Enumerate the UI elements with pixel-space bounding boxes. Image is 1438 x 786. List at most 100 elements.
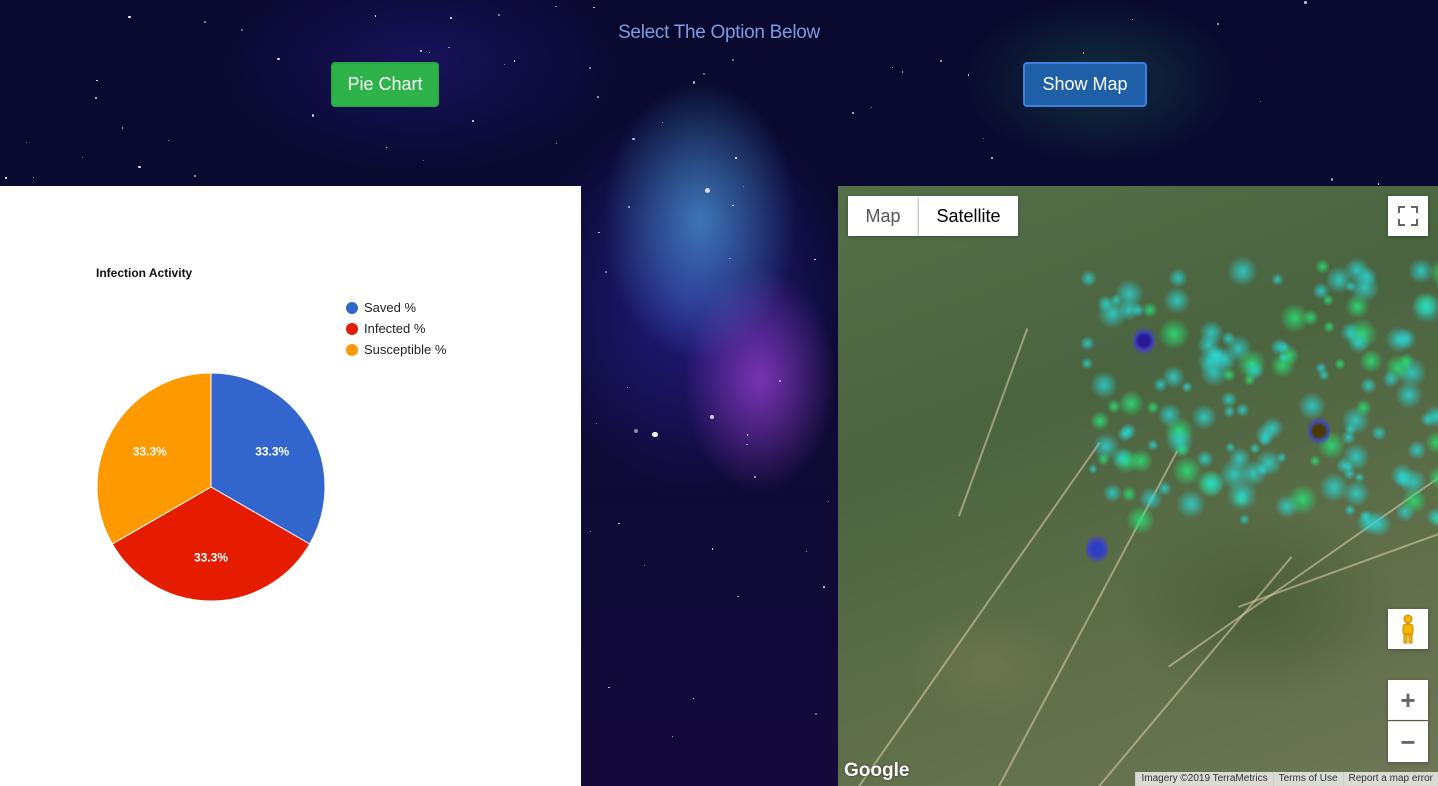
star xyxy=(851,111,855,115)
heat-point xyxy=(1239,459,1267,487)
pie-chart-panel: Infection Activity 33.3% 33.3% 33.3% Saved… xyxy=(0,186,581,786)
terms-of-use-link[interactable]: Terms of Use xyxy=(1272,772,1343,786)
star xyxy=(982,137,984,140)
star xyxy=(450,16,453,19)
star xyxy=(746,434,749,436)
river xyxy=(1098,556,1293,786)
heat-point xyxy=(1199,470,1226,497)
star xyxy=(644,565,646,567)
heat-point xyxy=(1333,357,1347,371)
heat-point xyxy=(1335,457,1353,474)
star xyxy=(96,79,98,82)
heat-point xyxy=(1390,462,1414,487)
legend-swatch xyxy=(346,301,358,314)
star xyxy=(628,205,630,208)
star xyxy=(652,431,658,437)
star xyxy=(822,586,825,589)
zoom-out-icon[interactable]: − xyxy=(1388,721,1428,762)
heat-point xyxy=(1153,376,1168,392)
map-type-satellite-button[interactable]: Satellite xyxy=(919,196,1018,236)
heat-point xyxy=(1286,484,1318,516)
star xyxy=(596,96,599,98)
star xyxy=(828,500,830,502)
heat-point xyxy=(1167,267,1189,289)
legend-item[interactable]: Infected % xyxy=(346,321,425,336)
heat-point xyxy=(1220,390,1238,408)
star xyxy=(618,523,620,525)
legend-item[interactable]: Susceptible % xyxy=(346,342,446,357)
heat-point xyxy=(1080,357,1094,370)
map-attribution: Imagery ©2019 TerraMetrics Terms of Use … xyxy=(1135,772,1438,786)
star xyxy=(671,735,674,738)
star xyxy=(661,122,663,124)
zoom-in-icon[interactable]: + xyxy=(1388,680,1428,720)
pie-chart: 33.3% 33.3% 33.3% xyxy=(96,372,326,602)
legend-label: Infected % xyxy=(364,321,426,336)
star xyxy=(626,386,629,389)
heat-point xyxy=(1191,403,1218,431)
heat-hotspot xyxy=(1086,534,1108,564)
map-panel[interactable]: Map Satellite + − Google Imagery ©2019 T… xyxy=(838,186,1438,786)
star xyxy=(901,71,904,73)
heat-point xyxy=(1106,399,1122,414)
heat-point xyxy=(1117,390,1145,417)
star xyxy=(991,157,994,160)
imagery-credit: Imagery ©2019 TerraMetrics xyxy=(1135,772,1273,786)
star xyxy=(513,60,516,62)
star xyxy=(429,51,431,53)
star xyxy=(1303,0,1308,5)
star xyxy=(1082,52,1085,54)
heat-point xyxy=(1089,410,1110,431)
star xyxy=(815,712,818,715)
star xyxy=(710,415,714,420)
star xyxy=(705,187,711,193)
star xyxy=(605,271,608,274)
heat-point xyxy=(1322,294,1335,307)
star xyxy=(422,160,424,162)
star xyxy=(731,59,734,62)
heat-point xyxy=(1238,513,1250,525)
star xyxy=(95,97,97,100)
heat-point xyxy=(1354,471,1366,483)
star xyxy=(967,74,970,77)
google-logo: Google xyxy=(844,760,910,781)
star xyxy=(711,548,714,550)
star xyxy=(735,156,738,159)
fullscreen-icon[interactable] xyxy=(1388,196,1428,236)
star xyxy=(589,531,591,533)
star xyxy=(504,63,506,65)
heat-point xyxy=(1117,425,1133,442)
pie-slice-label: 33.3% xyxy=(194,551,228,565)
star xyxy=(633,428,639,434)
legend-item[interactable]: Saved % xyxy=(346,300,416,315)
star xyxy=(632,137,635,141)
pegman-icon[interactable] xyxy=(1388,609,1428,649)
report-map-error-link[interactable]: Report a map error xyxy=(1342,772,1438,786)
river xyxy=(958,328,1029,517)
star xyxy=(692,81,695,84)
pie-chart-button[interactable]: Pie Chart xyxy=(331,62,439,107)
legend-swatch xyxy=(346,343,358,356)
star xyxy=(138,165,141,168)
star xyxy=(168,139,170,141)
heat-point xyxy=(1121,486,1138,502)
heat-point xyxy=(1102,483,1123,503)
star xyxy=(753,475,756,478)
legend-swatch xyxy=(346,322,358,335)
star xyxy=(25,142,27,144)
heat-point xyxy=(1358,509,1373,523)
map-type-map-button[interactable]: Map xyxy=(848,196,919,236)
heat-point xyxy=(1158,318,1191,351)
heat-point xyxy=(1344,281,1356,292)
heat-point xyxy=(1157,402,1182,428)
star xyxy=(555,5,557,8)
star xyxy=(311,114,314,117)
show-map-button[interactable]: Show Map xyxy=(1023,62,1147,107)
star xyxy=(1259,100,1261,102)
heat-point xyxy=(1355,398,1373,416)
heat-point xyxy=(1343,504,1356,517)
heat-point xyxy=(1090,370,1119,399)
heat-point xyxy=(1345,293,1371,319)
heat-point xyxy=(1254,423,1276,445)
heat-point xyxy=(1411,291,1438,324)
